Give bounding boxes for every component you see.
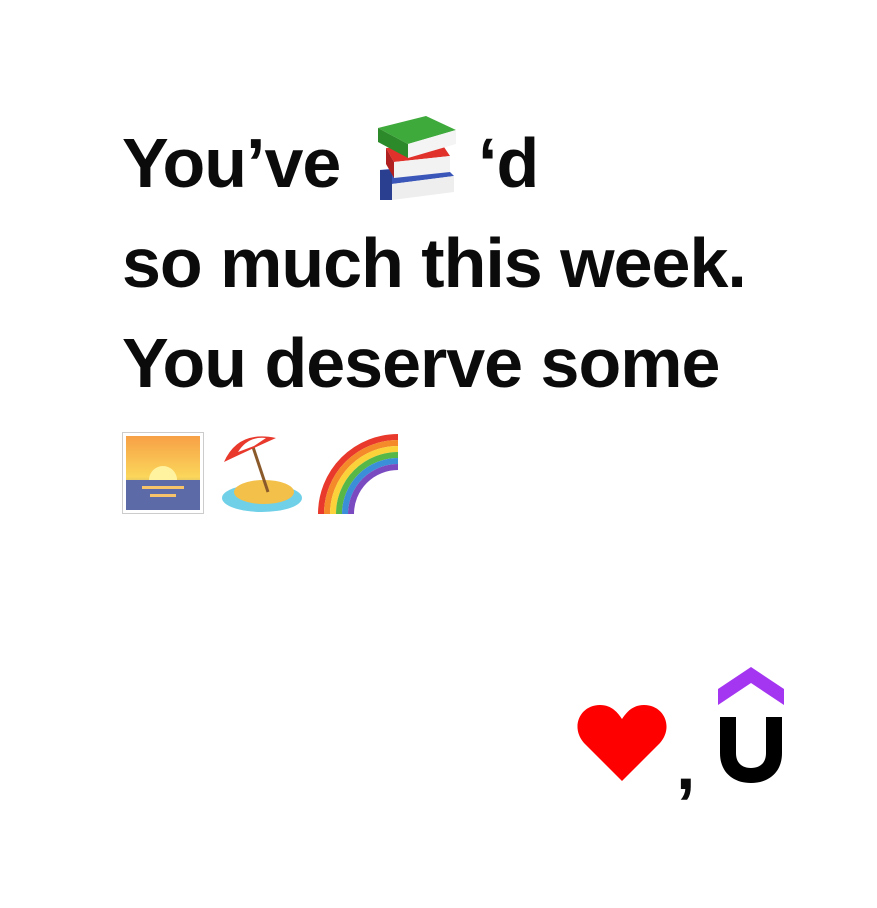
red-heart-icon <box>577 705 667 781</box>
sunrise-icon <box>122 432 204 514</box>
headline-line-3: You deserve some <box>122 324 720 402</box>
signoff-comma: , <box>676 726 695 804</box>
udemy-logo <box>718 667 784 783</box>
headline-line-1: You’ve <box>122 128 341 198</box>
books-icon <box>378 116 456 200</box>
beach-umbrella-island-icon <box>222 436 302 512</box>
headline-text-d: ‘d <box>478 124 539 202</box>
headline-text-youve: You’ve <box>122 124 341 202</box>
rainbow-icon <box>318 434 399 514</box>
headline-line-2: so much this week. <box>122 224 747 302</box>
